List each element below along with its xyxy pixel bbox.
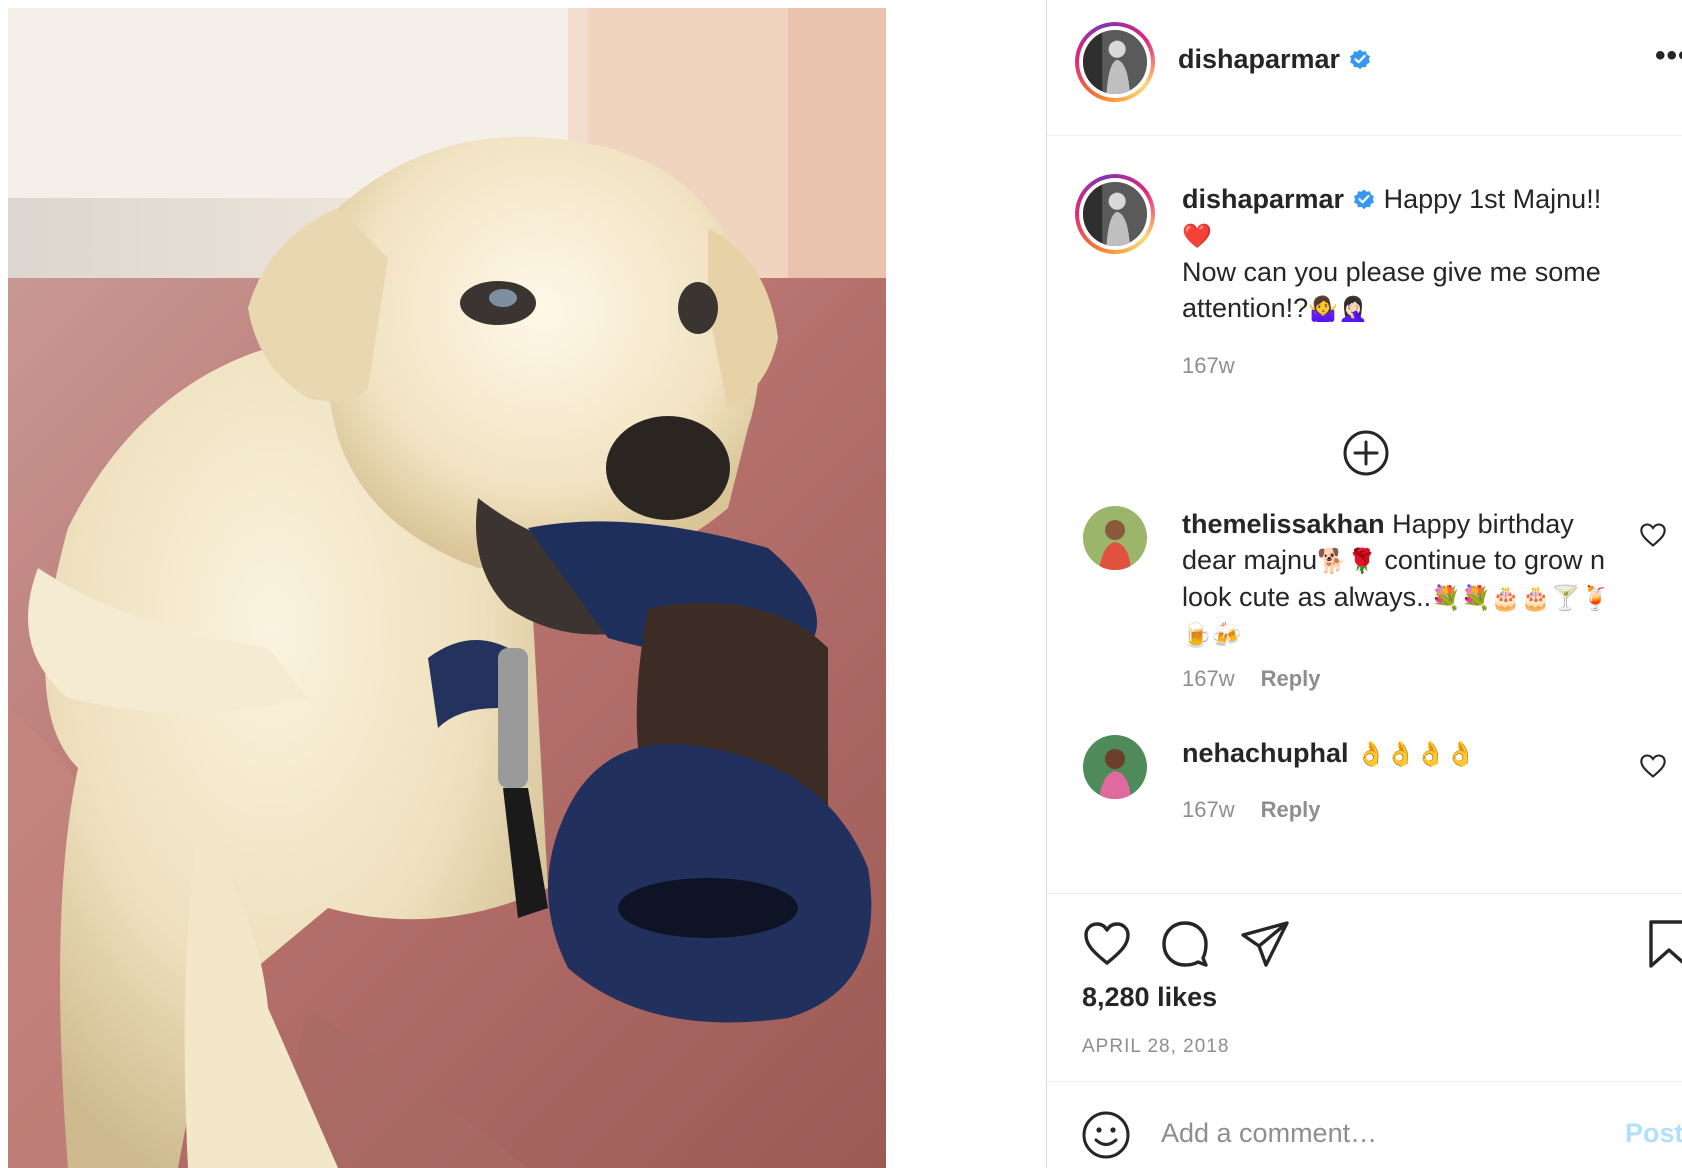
- avatar-image: [1083, 506, 1147, 570]
- comment-meta: 167w Reply: [1182, 797, 1321, 823]
- commenter-avatar[interactable]: [1083, 506, 1147, 570]
- reply-button[interactable]: Reply: [1261, 797, 1321, 822]
- comment-icon[interactable]: [1159, 918, 1211, 970]
- verified-badge-icon: [1354, 189, 1375, 210]
- share-icon[interactable]: [1239, 918, 1291, 970]
- comment-text: themelissakhan Happy birthday dear majnu…: [1182, 506, 1612, 653]
- commenter-avatar[interactable]: [1083, 735, 1147, 799]
- post-header: dishaparmar •••: [1047, 0, 1682, 136]
- caption-line1: Happy 1st Majnu!!: [1383, 184, 1602, 214]
- caption-avatar[interactable]: [1075, 174, 1155, 254]
- post-photo[interactable]: [8, 8, 886, 1168]
- comment-timestamp[interactable]: 167w: [1182, 797, 1235, 822]
- header-username-text[interactable]: dishaparmar: [1178, 44, 1340, 74]
- comment-input[interactable]: [1161, 1108, 1591, 1158]
- plus-circle-icon[interactable]: [1342, 429, 1390, 477]
- post-actions: 8,280 likes APRIL 28, 2018: [1047, 893, 1682, 1081]
- comment-username[interactable]: themelissakhan: [1182, 509, 1385, 539]
- post-date[interactable]: APRIL 28, 2018: [1082, 1036, 1229, 1058]
- dog-photo-illustration: [8, 8, 886, 1168]
- reply-button[interactable]: Reply: [1261, 666, 1321, 691]
- comment-emoji: 🐕🌹: [1317, 547, 1377, 575]
- verified-badge-icon: [1350, 49, 1371, 70]
- caption-line2: Now can you please give me some attentio…: [1182, 257, 1601, 323]
- instagram-post-view: dishaparmar ••• dishapa: [0, 0, 1682, 1168]
- heart-icon[interactable]: [1639, 753, 1667, 779]
- story-avatar[interactable]: [1075, 22, 1155, 102]
- comment-username[interactable]: nehachuphal: [1182, 738, 1349, 768]
- comment-timestamp[interactable]: 167w: [1182, 666, 1235, 691]
- caption-line2-emoji: 🤷‍♀️🤦🏻‍♀️: [1308, 295, 1368, 323]
- comment-emoji: 👌👌👌👌: [1356, 740, 1476, 768]
- emoji-icon[interactable]: [1081, 1110, 1131, 1160]
- caption-text: dishaparmar Happy 1st Majnu!! ❤️ Now can…: [1182, 181, 1662, 327]
- bookmark-icon[interactable]: [1643, 918, 1682, 970]
- avatar-image: [1083, 735, 1147, 799]
- comment-text: nehachuphal 👌👌👌👌: [1182, 735, 1612, 772]
- post-sidebar: dishaparmar ••• dishapa: [1046, 0, 1682, 1168]
- caption-timestamp[interactable]: 167w: [1182, 353, 1235, 379]
- likes-count[interactable]: 8,280 likes: [1082, 982, 1217, 1013]
- avatar-image: [1083, 182, 1147, 246]
- avatar-image: [1083, 30, 1147, 94]
- post-comment-button[interactable]: Post: [1625, 1118, 1682, 1149]
- header-username[interactable]: dishaparmar: [1178, 44, 1372, 75]
- caption-heart-emoji: ❤️: [1182, 222, 1212, 250]
- comments-scroll-area[interactable]: dishaparmar Happy 1st Majnu!! ❤️ Now can…: [1047, 137, 1682, 893]
- heart-icon[interactable]: [1081, 918, 1133, 970]
- caption-username[interactable]: dishaparmar: [1182, 184, 1344, 214]
- comment-meta: 167w Reply: [1182, 666, 1321, 692]
- more-options-button[interactable]: •••: [1655, 41, 1682, 76]
- heart-icon[interactable]: [1639, 522, 1667, 548]
- add-comment-bar: Post: [1047, 1081, 1682, 1168]
